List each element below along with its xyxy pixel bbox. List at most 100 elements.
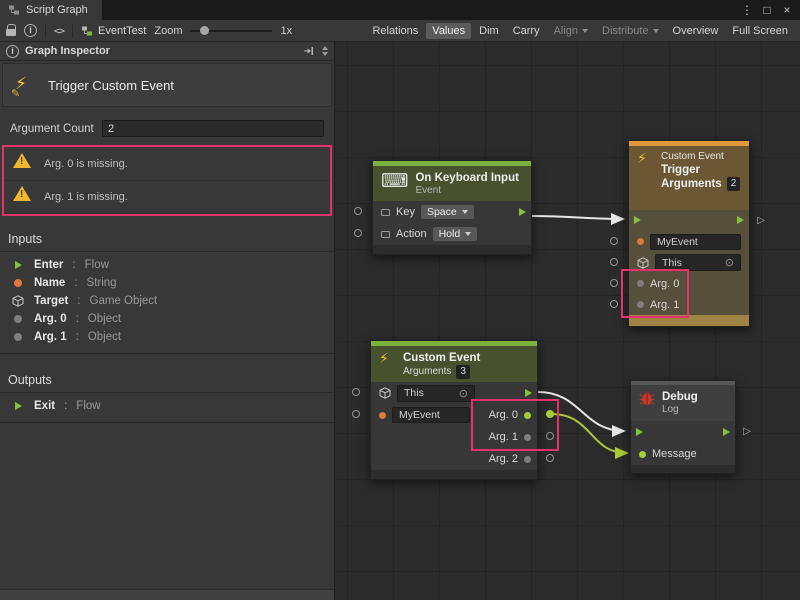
input-port[interactable] [610, 258, 618, 266]
pin-name: Arg. 0 [34, 313, 67, 325]
target-value: This [404, 387, 424, 399]
arg-label: Arg. 0 [489, 409, 518, 421]
warning-icon [13, 186, 31, 201]
pin-type: Object [88, 313, 121, 325]
arg1-output: Arg. 1 [489, 426, 531, 448]
flow-output-port[interactable] [723, 428, 730, 436]
flow-output-port[interactable] [737, 216, 744, 224]
string-icon [379, 412, 386, 419]
argument-count-input[interactable] [102, 120, 324, 137]
node-title: Arguments [403, 366, 451, 378]
target-field[interactable]: This [655, 254, 741, 271]
argument-count-label: Argument Count [10, 123, 94, 135]
flow-icon [15, 261, 22, 269]
input-port[interactable] [352, 388, 360, 396]
input-port[interactable] [610, 237, 618, 245]
input-port[interactable] [352, 410, 360, 418]
arg-label: Arg. 2 [489, 453, 518, 465]
action-label: Action [396, 228, 427, 240]
distribute-button[interactable]: Distribute [596, 23, 664, 39]
code-icon[interactable] [54, 25, 64, 37]
output-port[interactable] [546, 454, 554, 462]
arg2-output: Arg. 2 [489, 448, 531, 470]
object-icon [637, 280, 644, 287]
lock-icon[interactable] [6, 29, 16, 36]
output-port[interactable] [546, 432, 554, 440]
menu-icon[interactable]: ⋮ [738, 3, 756, 17]
unit-title-block: Trigger Custom Event [2, 63, 332, 107]
node-custom-event-arguments[interactable]: Custom Event Arguments 3 This [370, 340, 538, 480]
node-on-keyboard-input[interactable]: On Keyboard Input Event Key Space Action… [372, 160, 532, 255]
close-icon[interactable]: × [778, 3, 796, 17]
dock-icon[interactable] [303, 46, 314, 56]
input-port[interactable] [354, 207, 362, 215]
fullscreen-button[interactable]: Full Screen [726, 23, 794, 39]
toolbar-separator [45, 24, 46, 38]
node-header: Custom Event Trigger Arguments 2 [629, 146, 749, 210]
warning-icon [13, 153, 31, 168]
align-button[interactable]: Align [548, 23, 594, 39]
overview-button[interactable]: Overview [667, 23, 725, 39]
node-body: MyEvent This Arg. 0 Arg. 1 [629, 210, 749, 315]
node-body: This MyEvent Arg. 0 Arg. 1 [371, 382, 537, 470]
pin-name: Arg. 1 [34, 331, 67, 343]
node-trigger-custom-event[interactable]: Custom Event Trigger Arguments 2 [628, 140, 750, 327]
output-port-connected[interactable] [546, 410, 554, 418]
object-icon [14, 333, 22, 341]
warning-row: Arg. 1 is missing. [0, 181, 334, 213]
flow-continuation-icon [743, 425, 751, 437]
input-port[interactable] [610, 300, 618, 308]
action-dropdown[interactable]: Hold [433, 227, 478, 241]
values-button[interactable]: Values [426, 23, 471, 39]
node-title-line2: Arguments [661, 177, 722, 191]
zoom-label: Zoom [154, 25, 182, 37]
graph-canvas[interactable]: On Keyboard Input Event Key Space Action… [335, 42, 800, 600]
event-name-field[interactable]: MyEvent [392, 407, 470, 423]
pin-name: Name [34, 277, 65, 289]
connection-keyboard-to-trigger[interactable] [532, 216, 623, 219]
target-field[interactable]: This [397, 385, 475, 402]
scroll-spinner-icon[interactable] [322, 46, 328, 56]
custom-event-icon [637, 151, 654, 168]
graph-asset-chip[interactable]: EventTest [81, 25, 146, 37]
window-tab-bar: Script Graph ⋮ □ × [0, 0, 800, 20]
flow-input-port[interactable] [636, 428, 643, 436]
align-label: Align [554, 25, 578, 37]
message-port-connected[interactable] [639, 451, 646, 458]
node-row-arg2: Arg. 2 [371, 448, 537, 470]
event-name-field[interactable]: MyEvent [650, 234, 741, 250]
zoom-slider-knob[interactable] [200, 26, 209, 35]
node-debug-log[interactable]: Debug Log Message [630, 380, 736, 474]
node-body: Key Space Action Hold [373, 201, 531, 245]
graph-name: EventTest [98, 25, 146, 37]
pin-type: Flow [76, 400, 100, 412]
key-dropdown[interactable]: Space [421, 205, 474, 219]
flow-output-port[interactable] [519, 208, 526, 216]
list-item: Enter : Flow [0, 256, 334, 274]
connection-arg0-to-message[interactable] [551, 414, 627, 453]
input-port[interactable] [610, 279, 618, 287]
node-row-target: This [371, 382, 537, 404]
pin-name: Exit [34, 400, 55, 412]
maximize-icon[interactable]: □ [758, 3, 776, 17]
separator: : [77, 295, 80, 307]
object-icon [637, 301, 644, 308]
arg-label: Arg. 0 [650, 278, 679, 290]
value-port-dot [524, 456, 531, 463]
carry-button[interactable]: Carry [507, 23, 546, 39]
flow-output-port[interactable] [525, 389, 532, 397]
keycap-icon [381, 231, 390, 238]
node-footer [373, 245, 531, 254]
outputs-section-header: Outputs [0, 369, 334, 393]
input-port[interactable] [354, 229, 362, 237]
message-label: Message [652, 448, 697, 460]
tab-script-graph[interactable]: Script Graph [0, 0, 102, 20]
node-row-event-name: MyEvent [629, 231, 749, 252]
info-icon[interactable] [24, 24, 37, 37]
dim-button[interactable]: Dim [473, 23, 505, 39]
separator: : [74, 277, 77, 289]
flow-input-port[interactable] [634, 216, 641, 224]
node-header: On Keyboard Input Event [373, 166, 531, 201]
zoom-slider[interactable] [190, 24, 272, 38]
relations-button[interactable]: Relations [366, 23, 424, 39]
